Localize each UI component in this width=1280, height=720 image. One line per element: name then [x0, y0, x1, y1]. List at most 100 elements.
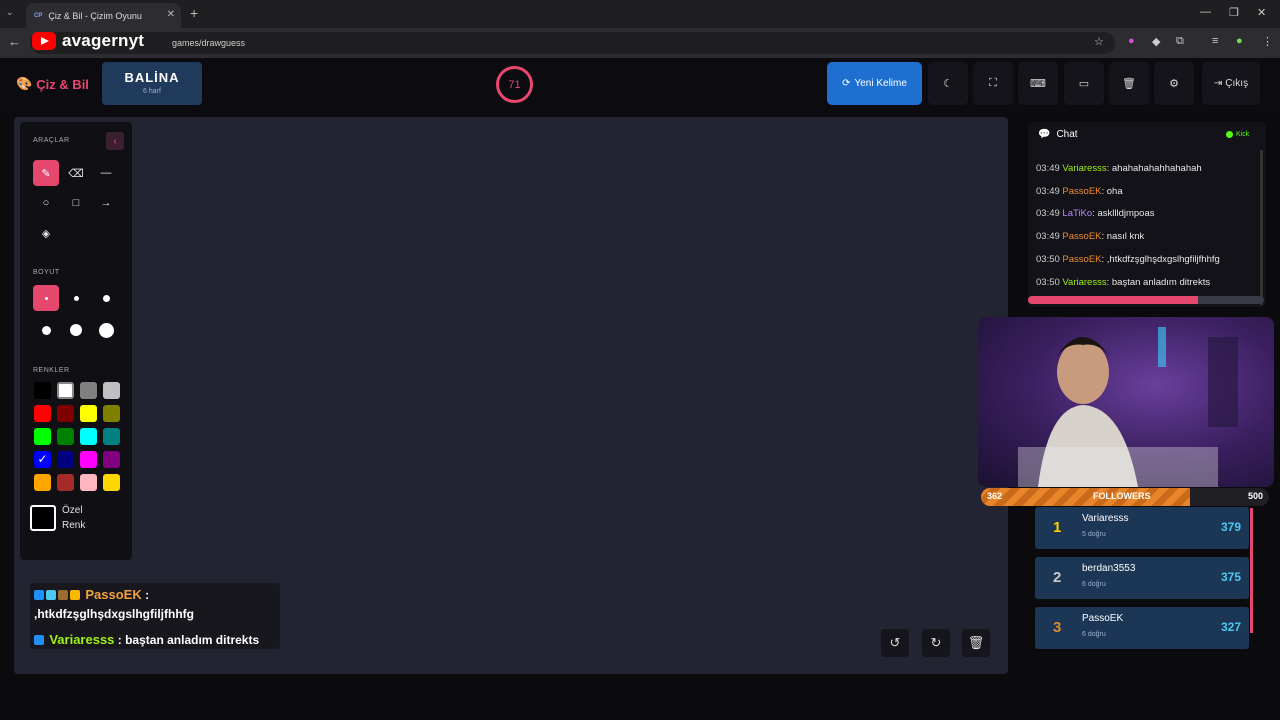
line-tool[interactable]: — [93, 160, 119, 186]
followers-current: 362 [987, 491, 1003, 501]
badge-icon [58, 590, 68, 600]
tab-search-icon[interactable]: ⌄ [6, 7, 14, 18]
message-username[interactable]: PassoEK [1062, 186, 1101, 197]
color-swatch[interactable] [34, 474, 51, 491]
color-swatch[interactable] [103, 451, 120, 468]
minimize-icon[interactable]: — [1200, 6, 1211, 18]
rectangle-tool[interactable]: □ [63, 190, 89, 216]
url-text[interactable]: games/drawguess [172, 38, 245, 48]
new-word-label: Yeni Kelime [854, 78, 907, 89]
message-username[interactable]: LaTiKo [1062, 208, 1092, 219]
custom-color-label-2: Renk [62, 520, 86, 531]
leaderboard-scrollbar[interactable] [1250, 508, 1253, 633]
size-option-5[interactable] [63, 317, 89, 343]
color-swatch[interactable] [57, 451, 74, 468]
leaderboard-score: 379 [1220, 520, 1241, 534]
keyboard-button[interactable]: ⌨ [1018, 62, 1058, 105]
color-swatch[interactable] [57, 428, 74, 445]
message-username[interactable]: Variaresss [1062, 277, 1106, 288]
browser-tab[interactable]: CP Çiz & Bil - Çizim Oyunu ✕ [26, 3, 181, 28]
color-swatch[interactable] [34, 382, 51, 399]
chat-message: 03:49 LaTiKo: askllldjmpoas [1036, 208, 1154, 219]
color-swatch[interactable] [80, 451, 97, 468]
message-username[interactable]: PassoEK [1062, 231, 1101, 242]
size-option-1[interactable] [33, 285, 59, 311]
message-text: : ahahahahahhahahah [1106, 163, 1202, 174]
browser-menu-icon[interactable]: ⋮ [1262, 35, 1273, 48]
brand-logo[interactable]: 🎨 Çiz & Bil [16, 76, 89, 92]
color-swatch[interactable] [103, 382, 120, 399]
custom-color-button[interactable]: Özel Renk [30, 503, 96, 533]
leaderboard-score: 327 [1220, 620, 1241, 634]
eraser-tool[interactable]: ⌫ [63, 160, 89, 186]
size-label: BOYUT [33, 269, 60, 276]
chat-username: Variaresss [49, 632, 115, 647]
redo-button[interactable]: ↻ [922, 629, 950, 657]
color-swatch[interactable] [80, 428, 97, 445]
size-option-2[interactable] [63, 285, 89, 311]
color-swatch[interactable] [34, 405, 51, 422]
clear-button[interactable]: 🗑 [1109, 62, 1149, 105]
size-option-4[interactable] [33, 317, 59, 343]
profile-avatar[interactable]: ● [1236, 35, 1243, 47]
new-word-button[interactable]: ⟳ Yeni Kelime [827, 62, 922, 105]
circle-tool[interactable]: ○ [33, 190, 59, 216]
chat-scrollbar[interactable] [1260, 150, 1263, 305]
fullscreen-button[interactable]: ⛶ [973, 62, 1013, 105]
message-username[interactable]: PassoEK [1062, 254, 1101, 265]
undo-button[interactable]: ↺ [881, 629, 909, 657]
size-dot-icon [44, 296, 48, 300]
window-close-icon[interactable]: ✕ [1257, 6, 1266, 19]
eraser-icon: ⌫ [68, 167, 84, 180]
color-swatch[interactable] [57, 382, 74, 399]
new-tab-icon[interactable]: + [190, 5, 198, 21]
size-option-3[interactable] [93, 285, 119, 311]
color-swatch[interactable] [103, 405, 120, 422]
extension-icon[interactable]: ● [1128, 35, 1135, 47]
media-icon[interactable]: ≡ [1212, 35, 1218, 47]
size-dot-icon [41, 325, 51, 335]
size-option-6[interactable] [93, 317, 119, 343]
chat-title: Chat [1056, 129, 1078, 140]
color-swatch[interactable] [80, 474, 97, 491]
color-swatch[interactable] [80, 405, 97, 422]
message-text: : nasıl knk [1101, 231, 1145, 243]
line-icon: — [100, 167, 112, 179]
extensions-puzzle-icon[interactable]: ⧉ [1176, 35, 1184, 48]
clear-canvas-button[interactable]: 🗑 [962, 629, 990, 657]
archive-button[interactable]: ▭ [1064, 62, 1104, 105]
restore-icon[interactable]: ❐ [1229, 6, 1239, 19]
collapse-panel-button[interactable]: ‹ [106, 132, 124, 150]
extension-icon[interactable]: ◆ [1152, 35, 1160, 48]
leaderboard-correct-count: 6 doğru [1082, 631, 1106, 638]
settings-button[interactable]: ⚙ [1154, 62, 1194, 105]
canvas-chat-text: ,htkdfzşglhşdxgslhgfiljfhhfg [34, 607, 194, 621]
refresh-icon: ⟳ [842, 78, 851, 89]
brush-tool[interactable]: ✎ [33, 160, 59, 186]
size-dot-icon [98, 322, 114, 338]
circle-icon: ○ [42, 197, 50, 209]
word-display: BALİNA 6 harf [102, 62, 202, 105]
back-icon[interactable]: ← [8, 34, 21, 49]
color-swatch[interactable] [57, 474, 74, 491]
chat-progress-bar [1028, 296, 1264, 304]
color-swatch[interactable] [34, 428, 51, 445]
followers-goal-bar: 362 FOLLOWERS 500 [981, 488, 1269, 506]
tab-close-icon[interactable]: ✕ [167, 9, 175, 20]
arrow-tool[interactable]: → [93, 190, 119, 216]
color-swatch[interactable] [80, 382, 97, 399]
moon-icon: ☾ [943, 78, 953, 90]
fill-tool[interactable]: ◈ [33, 220, 59, 246]
color-swatch[interactable] [57, 405, 74, 422]
bookmark-star-icon[interactable]: ☆ [1094, 35, 1104, 48]
expand-icon: ⛶ [989, 77, 997, 89]
color-swatch[interactable]: ✓ [34, 451, 51, 468]
dark-mode-button[interactable]: ☾ [928, 62, 968, 105]
color-swatch[interactable] [103, 474, 120, 491]
leaderboard-row: 3 PassoEK 6 doğru 327 [1035, 607, 1249, 649]
leaderboard-name: PassoEK [1082, 613, 1124, 624]
message-username[interactable]: Variaresss [1062, 163, 1106, 174]
custom-color-label-1: Özel [62, 505, 83, 516]
exit-button[interactable]: ⇥ Çıkış [1202, 62, 1260, 105]
color-swatch[interactable] [103, 428, 120, 445]
